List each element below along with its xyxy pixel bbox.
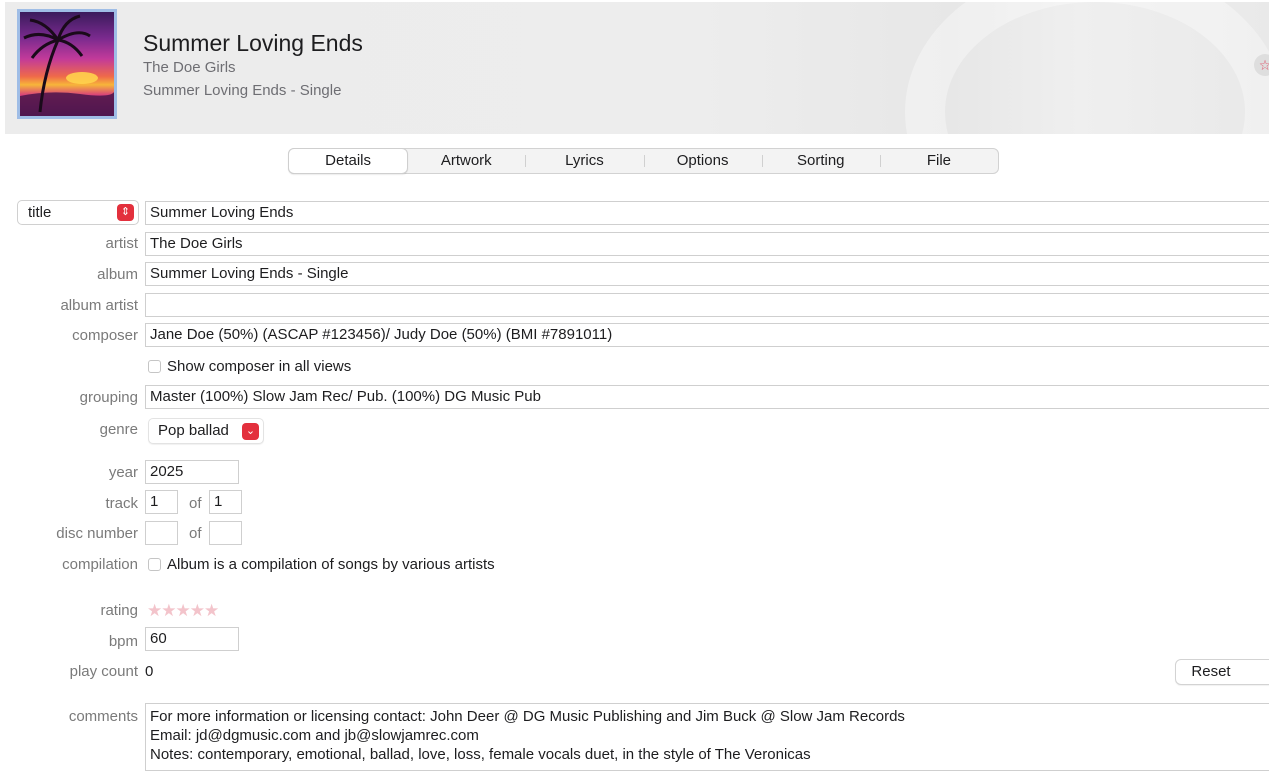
- tab-artwork[interactable]: Artwork: [407, 149, 525, 173]
- grouping-label: grouping: [79, 389, 138, 406]
- comments-line: Email: jd@dgmusic.com and jb@slowjamrec.…: [150, 727, 479, 744]
- disc-total-input[interactable]: [209, 521, 242, 545]
- compilation-text: Album is a compilation of songs by vario…: [167, 556, 495, 573]
- composer-input[interactable]: Jane Doe (50%) (ASCAP #123456)/ Judy Doe…: [145, 323, 1269, 347]
- comments-line: For more information or licensing contac…: [150, 708, 905, 725]
- disc-number-label: disc number: [56, 525, 138, 542]
- bpm-input[interactable]: 60: [145, 627, 239, 651]
- rating-star-icon[interactable]: ★: [204, 601, 219, 620]
- rating-label: rating: [100, 602, 138, 619]
- track-number-input[interactable]: 1: [145, 490, 178, 514]
- genre-label: genre: [99, 421, 138, 438]
- tab-options[interactable]: Options: [643, 149, 762, 173]
- comments-line: Notes: contemporary, emotional, ballad, …: [150, 746, 811, 763]
- track-label: track: [105, 495, 138, 512]
- reset-play-count-button[interactable]: Reset: [1175, 659, 1269, 685]
- grouping-input[interactable]: Master (100%) Slow Jam Rec/ Pub. (100%) …: [145, 385, 1269, 409]
- rating-star-icon[interactable]: ★: [190, 601, 205, 620]
- song-header: Summer Loving Ends The Doe Girls Summer …: [5, 2, 1269, 134]
- comments-label: comments: [68, 708, 138, 725]
- genre-dropdown[interactable]: Pop ballad ⌄: [148, 418, 264, 444]
- album-artist-label: album artist: [60, 297, 138, 314]
- artist-input[interactable]: The Doe Girls: [145, 232, 1269, 256]
- comments-textarea[interactable]: For more information or licensing contac…: [145, 703, 1269, 771]
- rating-stars[interactable]: ★★★★★: [147, 601, 219, 621]
- album-label: album: [97, 266, 138, 283]
- year-input[interactable]: 2025: [145, 460, 239, 484]
- tab-lyrics[interactable]: Lyrics: [525, 149, 643, 173]
- genre-value: Pop ballad: [158, 422, 229, 439]
- song-artist: The Doe Girls: [143, 59, 236, 76]
- composer-label: composer: [72, 327, 138, 344]
- album-artwork[interactable]: [17, 9, 117, 119]
- tab-file[interactable]: File: [879, 149, 998, 173]
- title-selector-label: title: [28, 204, 52, 221]
- album-artist-input[interactable]: [145, 293, 1269, 317]
- star-icon[interactable]: ☆: [1254, 54, 1269, 76]
- compilation-label: compilation: [62, 556, 138, 573]
- title-input[interactable]: Summer Loving Ends: [145, 201, 1269, 225]
- tab-details[interactable]: Details: [288, 148, 409, 174]
- tab-sorting[interactable]: Sorting: [761, 149, 880, 173]
- updown-chevron-icon: ⇕: [117, 204, 134, 221]
- disc-number-input[interactable]: [145, 521, 178, 545]
- artwork-image: [20, 12, 114, 116]
- compilation-checkbox[interactable]: [148, 558, 161, 571]
- disc-of-label: of: [189, 525, 202, 542]
- title-field-selector[interactable]: title ⇕: [17, 200, 139, 225]
- play-count-label: play count: [69, 663, 138, 680]
- track-of-label: of: [189, 495, 202, 512]
- rating-star-icon[interactable]: ★: [147, 601, 162, 620]
- chevron-down-icon: ⌄: [242, 423, 259, 440]
- header-background-decoration: [905, 2, 1269, 134]
- rating-star-icon[interactable]: ★: [161, 601, 176, 620]
- tab-bar: Details Artwork Lyrics Options Sorting F…: [288, 148, 999, 174]
- track-total-input[interactable]: 1: [209, 490, 242, 514]
- year-label: year: [108, 464, 138, 481]
- album-input[interactable]: Summer Loving Ends - Single: [145, 262, 1269, 286]
- song-title: Summer Loving Ends: [143, 30, 363, 56]
- show-composer-checkbox[interactable]: [148, 360, 161, 373]
- bpm-label: bpm: [108, 633, 138, 650]
- rating-star-icon[interactable]: ★: [176, 601, 191, 620]
- show-composer-label: Show composer in all views: [167, 358, 352, 375]
- song-album: Summer Loving Ends - Single: [143, 82, 342, 99]
- artist-label: artist: [105, 235, 138, 252]
- play-count-value: 0: [145, 663, 154, 680]
